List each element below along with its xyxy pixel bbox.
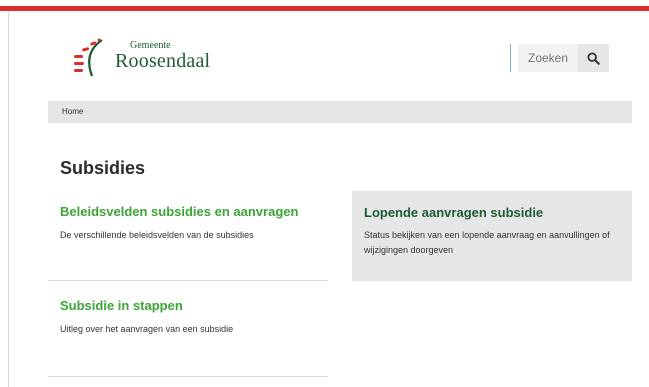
search-input[interactable] [518, 44, 578, 72]
breadcrumb: Home [48, 101, 632, 123]
card-divider [48, 376, 328, 377]
left-border [8, 12, 9, 387]
card-link-beleidsvelden[interactable]: Beleidsvelden subsidies en aanvragen [60, 204, 298, 219]
page-title: Subsidies [60, 158, 146, 178]
top-accent-bar [0, 0, 649, 12]
card-link-subsidie-in-stappen[interactable]: Subsidie in stappen [60, 298, 183, 313]
card-link-lopende-aanvragen[interactable]: Lopende aanvragen subsidie [364, 205, 543, 220]
roosendaal-emblem-icon [74, 38, 103, 77]
logo-title: Roosendaal [115, 50, 211, 72]
card-description-beleidsvelden: De verschillende beleidsvelden van de su… [60, 230, 254, 240]
search-button[interactable] [578, 44, 609, 72]
search-icon [587, 51, 600, 65]
card-description-lopende-aanvragen: Status bekijken van een lopende aanvraag… [364, 230, 610, 255]
card-lopende-aanvragen[interactable]: Lopende aanvragen subsidie Status bekijk… [352, 191, 632, 281]
card-description-subsidie-in-stappen: Uitleg over het aanvragen van een subsid… [60, 324, 234, 334]
search-divider [510, 44, 511, 72]
card-divider [48, 280, 328, 281]
breadcrumb-home-link[interactable]: Home [62, 107, 83, 116]
site-logo[interactable]: Gemeente Roosendaal [68, 36, 218, 82]
red-stripe [0, 6, 649, 11]
